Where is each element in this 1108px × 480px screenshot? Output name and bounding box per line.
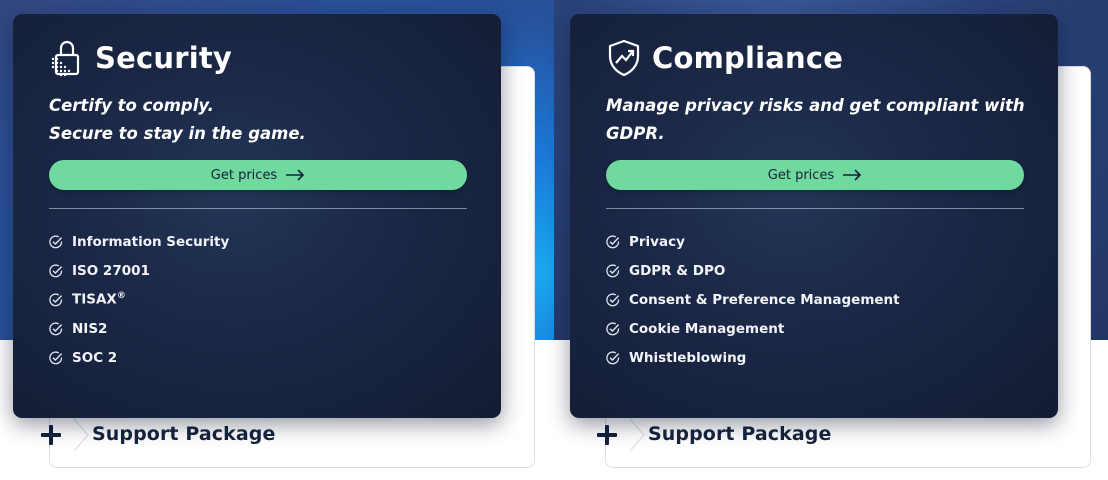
check-circle-icon	[606, 234, 620, 248]
shield-trend-icon	[608, 39, 640, 77]
list-item: Information Security	[49, 227, 229, 256]
arrow-right-icon	[843, 169, 862, 181]
feature-label: Consent & Preference Management	[629, 291, 900, 308]
check-circle-icon	[606, 292, 620, 306]
plus-icon[interactable]	[41, 425, 61, 445]
check-circle-icon	[49, 350, 63, 364]
feature-label: NIS2	[72, 320, 108, 337]
support-package-label: Support Package	[92, 423, 276, 445]
card-header: Security	[49, 36, 232, 80]
feature-label: Privacy	[629, 233, 685, 250]
card-title: Compliance	[652, 41, 844, 75]
feature-list: Information Security ISO 27001 TISAX® NI…	[49, 227, 229, 372]
check-circle-icon	[49, 234, 63, 248]
feature-label: ISO 27001	[72, 262, 150, 279]
arrow-right-icon	[286, 169, 305, 181]
divider	[606, 208, 1024, 209]
divider	[49, 208, 467, 209]
feature-label: GDPR & DPO	[629, 262, 726, 279]
check-circle-icon	[49, 263, 63, 277]
list-item: NIS2	[49, 314, 229, 343]
tagline-line: Manage privacy risks and get compliant w…	[606, 96, 1025, 115]
get-prices-label: Get prices	[210, 167, 278, 183]
list-item: SOC 2	[49, 343, 229, 372]
feature-label-text: TISAX	[72, 291, 117, 308]
support-package-row[interactable]: Support Package	[41, 417, 534, 453]
list-item: ISO 27001	[49, 256, 229, 285]
feature-list: Privacy GDPR & DPO Consent & Preference …	[606, 227, 900, 372]
list-item: Whistleblowing	[606, 343, 900, 372]
feature-label: SOC 2	[72, 349, 118, 366]
registered-mark: ®	[116, 291, 126, 302]
feature-label: Information Security	[72, 233, 230, 250]
card-tagline: Manage privacy risks and get compliant w…	[606, 92, 1026, 148]
tagline-line: GDPR.	[606, 124, 665, 143]
get-prices-label: Get prices	[767, 167, 835, 183]
list-item: Privacy	[606, 227, 900, 256]
check-circle-icon	[606, 350, 620, 364]
card-tagline: Certify to comply. Secure to stay in the…	[49, 92, 469, 148]
feature-label: TISAX®	[72, 291, 126, 308]
feature-label: Cookie Management	[629, 320, 785, 337]
check-circle-icon	[606, 321, 620, 335]
list-item: TISAX®	[49, 285, 229, 314]
card-title: Security	[95, 41, 232, 75]
security-card: Security Certify to comply. Secure to st…	[13, 14, 501, 418]
tagline-line: Secure to stay in the game.	[49, 124, 306, 143]
list-item: Cookie Management	[606, 314, 900, 343]
list-item: GDPR & DPO	[606, 256, 900, 285]
padlock-icon	[51, 40, 80, 77]
chevron-divider-icon	[629, 419, 645, 451]
check-circle-icon	[49, 292, 63, 306]
compliance-card: Compliance Manage privacy risks and get …	[570, 14, 1058, 418]
get-prices-button[interactable]: Get prices	[49, 160, 467, 190]
tagline-line: Certify to comply.	[49, 96, 214, 115]
plus-icon[interactable]	[597, 425, 617, 445]
list-item: Consent & Preference Management	[606, 285, 900, 314]
feature-label: Whistleblowing	[629, 349, 747, 366]
card-header: Compliance	[606, 36, 843, 80]
get-prices-button[interactable]: Get prices	[606, 160, 1024, 190]
support-package-row[interactable]: Support Package	[597, 417, 1090, 453]
chevron-divider-icon	[73, 419, 89, 451]
support-package-label: Support Package	[648, 423, 832, 445]
check-circle-icon	[606, 263, 620, 277]
check-circle-icon	[49, 321, 63, 335]
